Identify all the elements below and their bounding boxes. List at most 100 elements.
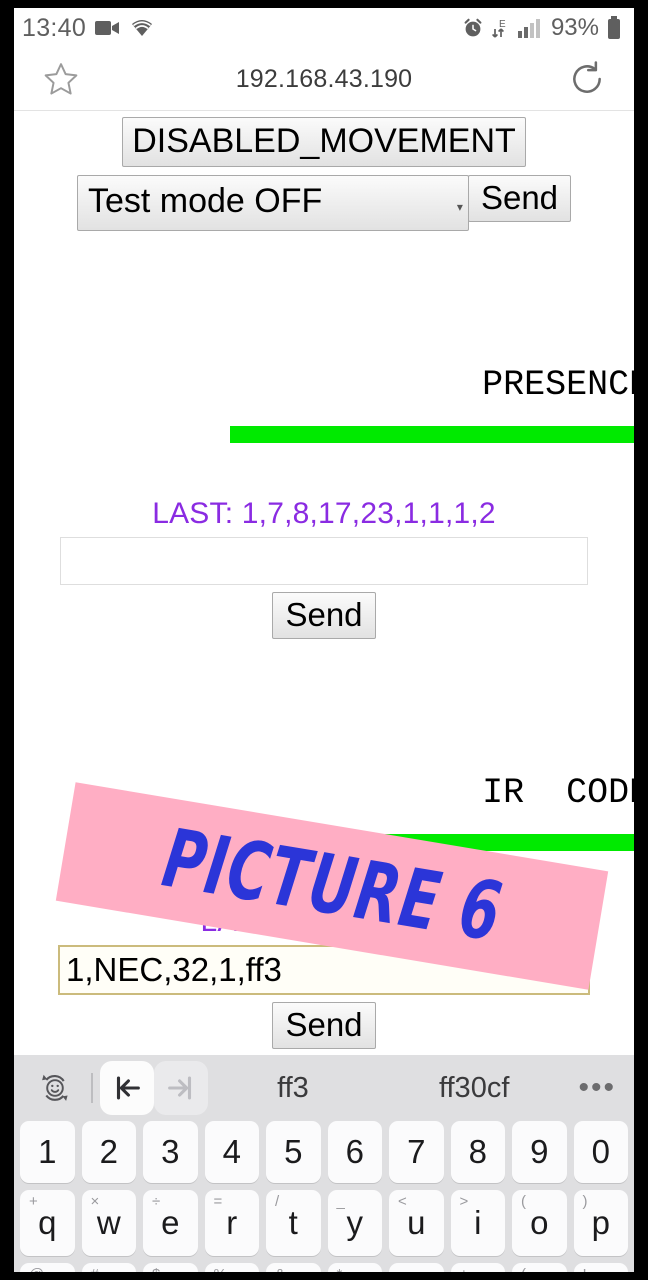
battery-icon [606, 16, 622, 40]
disabled-movement-button[interactable]: DISABLED_MOVEMENT [122, 117, 526, 167]
key-e[interactable]: ÷ e [143, 1190, 198, 1256]
key-label: t [288, 1204, 298, 1241]
key-sup: ! [583, 1266, 587, 1272]
presence-input[interactable] [60, 537, 588, 585]
test-mode-send-button[interactable]: Send [467, 175, 572, 222]
key-sup: + [29, 1193, 38, 1210]
previous-field-icon[interactable] [100, 1061, 154, 1115]
key-d[interactable]: $d [143, 1263, 198, 1272]
key-h[interactable]: *h [327, 1263, 382, 1272]
svg-text:E: E [499, 19, 506, 30]
url-text[interactable]: 192.168.43.190 [84, 65, 564, 94]
key-sup: ( [521, 1266, 526, 1272]
signal-bars-icon [517, 18, 544, 38]
key-label: w [96, 1204, 121, 1241]
status-time: 13:40 [22, 13, 87, 42]
key-sup: > [459, 1193, 469, 1210]
key-u[interactable]: < u [389, 1190, 444, 1256]
video-camera-icon [95, 19, 121, 37]
test-mode-select[interactable]: Test mode OFF ▾ [76, 175, 469, 231]
key-j[interactable]: -j [389, 1263, 444, 1272]
key-sup: < [398, 1193, 407, 1210]
edge-data-icon: E [491, 17, 511, 39]
keyboard-more-button[interactable]: ••• [578, 1071, 620, 1105]
key-s[interactable]: #s [81, 1263, 136, 1272]
key-a[interactable]: @a [20, 1263, 75, 1272]
key-r[interactable]: = r [204, 1190, 259, 1256]
key-8[interactable]: 8 [450, 1121, 505, 1183]
key-l[interactable]: (l [512, 1263, 567, 1272]
status-bar-right: E 93% [462, 14, 622, 42]
key-0[interactable]: 0 [573, 1121, 628, 1183]
key-g[interactable]: &g [266, 1263, 321, 1272]
ir-send-button[interactable]: Send [272, 1002, 376, 1049]
ir-code-input[interactable] [58, 945, 590, 995]
keyboard-toolbar: ff3 ff30cf ••• [14, 1055, 634, 1121]
suggestion-strip: ff3 ff30cf [208, 1072, 578, 1105]
key-i[interactable]: > i [450, 1190, 505, 1256]
key-9[interactable]: 9 [512, 1121, 567, 1183]
key-label: r [226, 1204, 238, 1241]
key-sup: @ [29, 1266, 44, 1272]
status-bar-left: 13:40 [22, 14, 154, 43]
presence-send-button[interactable]: Send [272, 592, 376, 639]
web-page-content: DISABLED_MOVEMENT Test mode OFF ▾ Send P… [14, 117, 634, 1055]
ir-last-value: LAST: NOT VALID [200, 905, 448, 938]
key-sup: $ [152, 1266, 160, 1272]
key-7[interactable]: 7 [389, 1121, 444, 1183]
key-sup: & [275, 1266, 285, 1272]
key-label: q [38, 1204, 57, 1241]
key-sup: - [398, 1266, 403, 1272]
key-q[interactable]: + q [20, 1190, 75, 1256]
soft-keyboard: ff3 ff30cf ••• 1 2 3 4 5 6 7 8 9 0 + q ×… [14, 1055, 634, 1272]
battery-percent-label: 93% [550, 14, 599, 41]
key-2[interactable]: 2 [81, 1121, 136, 1183]
key-5[interactable]: 5 [266, 1121, 321, 1183]
reload-icon [568, 60, 606, 98]
ir-send-row: Send [14, 1002, 634, 1049]
key-4[interactable]: 4 [204, 1121, 259, 1183]
key-p[interactable]: ) p [573, 1190, 628, 1256]
ir-title-highlight: IR CODE COMMAND [230, 693, 634, 853]
key-6[interactable]: 6 [327, 1121, 382, 1183]
next-field-icon[interactable] [154, 1061, 208, 1115]
test-mode-row: Test mode OFF ▾ Send [14, 175, 634, 231]
key-f[interactable]: %f [204, 1263, 259, 1272]
key-k[interactable]: +k [450, 1263, 505, 1272]
movement-button-row: DISABLED_MOVEMENT [14, 117, 634, 167]
status-bar: 13:40 E 93% [14, 8, 634, 48]
suggestion-item[interactable]: ff3 [277, 1072, 309, 1105]
key-enye[interactable]: !ñ [573, 1263, 628, 1272]
key-label: p [591, 1204, 610, 1241]
key-label: o [530, 1204, 549, 1241]
key-1[interactable]: 1 [20, 1121, 75, 1183]
key-3[interactable]: 3 [143, 1121, 198, 1183]
key-y[interactable]: _ y [327, 1190, 382, 1256]
emoji-rotate-icon[interactable] [28, 1061, 82, 1115]
chevron-down-icon: ▾ [456, 200, 463, 215]
keyboard-row-home: @a #s $d %f &g *h -j +k (l !ñ [14, 1263, 634, 1272]
keyboard-row-top: + q × w ÷ e = r / t _ y < u > i (o ) p [14, 1190, 634, 1256]
keyboard-row-numbers: 1 2 3 4 5 6 7 8 9 0 [14, 1121, 634, 1183]
key-o[interactable]: (o [512, 1190, 567, 1256]
key-sup: ( [521, 1193, 526, 1210]
key-label: y [346, 1204, 364, 1241]
green-highlight-bar [230, 834, 634, 851]
ir-section: IR CODE COMMAND LAST: NOT VALID Send [14, 639, 634, 1049]
key-sup: ) [582, 1193, 588, 1210]
key-sup: # [91, 1266, 99, 1272]
presence-section: PRESENCE COMMAND LAST: 1,7,8,17,23,1,1,1… [14, 231, 634, 639]
reload-button[interactable] [564, 56, 610, 102]
wifi-icon [130, 18, 154, 38]
presence-title-highlight: PRESENCE COMMAND [230, 285, 634, 445]
key-w[interactable]: × w [81, 1190, 136, 1256]
bookmark-button[interactable] [38, 56, 84, 102]
key-sup: % [214, 1266, 227, 1272]
ir-section-title: IR CODE COMMAND [20, 653, 634, 893]
green-highlight-bar [230, 426, 634, 443]
suggestion-item[interactable]: ff30cf [439, 1072, 509, 1105]
key-sup: = [213, 1193, 223, 1210]
key-label: u [407, 1204, 426, 1241]
key-t[interactable]: / t [266, 1190, 321, 1256]
star-outline-icon [42, 60, 80, 98]
